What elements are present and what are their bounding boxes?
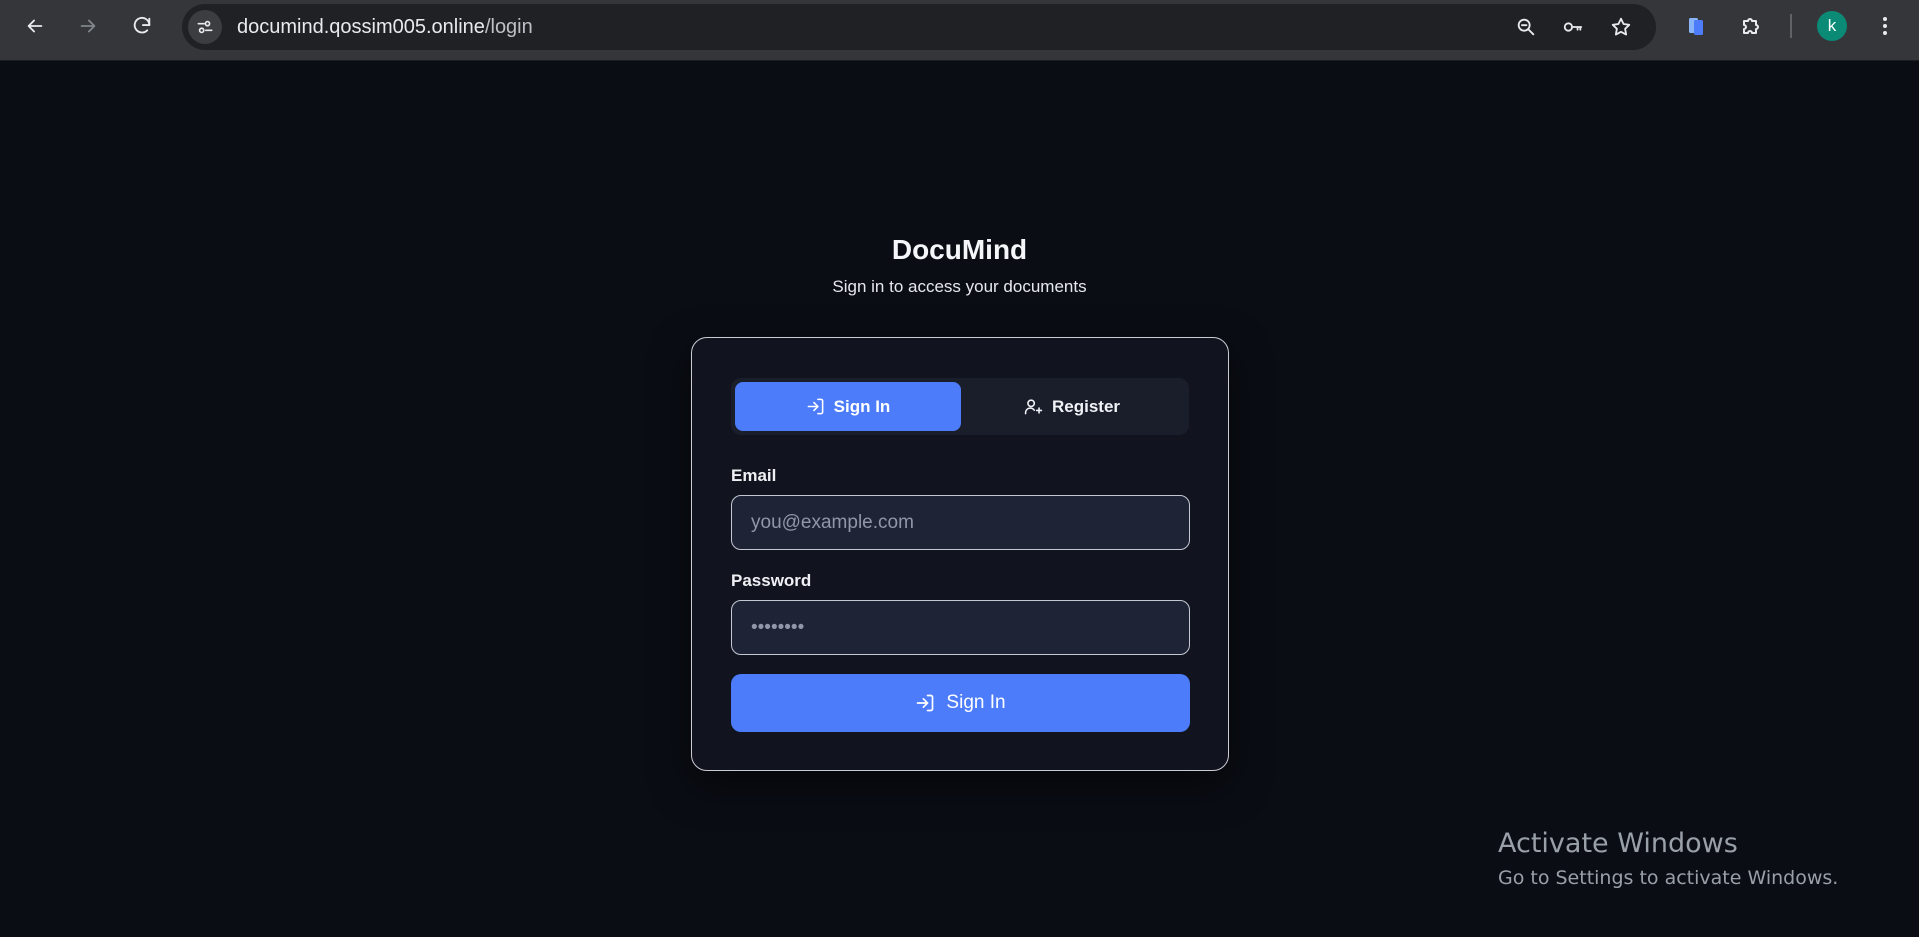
sign-in-button-label: Sign In — [946, 692, 1006, 713]
email-label: Email — [731, 466, 777, 485]
back-button[interactable] — [17, 8, 53, 44]
reload-icon — [133, 16, 151, 34]
docs-extension-icon — [1689, 18, 1703, 35]
forward-arrow-icon — [80, 19, 96, 33]
tab-sign-in-label: Sign In — [833, 396, 891, 416]
key-icon — [1563, 22, 1583, 32]
activate-windows-subtitle: Go to Settings to activate Windows. — [1498, 867, 1839, 889]
user-plus-icon — [1024, 399, 1043, 415]
url-text: documind.qossim005.online/login — [237, 16, 533, 38]
kebab-menu-icon — [1883, 17, 1887, 35]
url-path: /login — [484, 16, 533, 38]
password-field[interactable] — [731, 600, 1190, 655]
activate-windows-title: Activate Windows — [1498, 828, 1738, 859]
browser-menu-button[interactable] — [1869, 10, 1901, 42]
tab-register-label: Register — [1051, 396, 1121, 416]
password-manager-button[interactable] — [1558, 12, 1588, 42]
profile-avatar[interactable]: k — [1817, 11, 1847, 41]
star-icon — [1611, 17, 1631, 36]
zoom-button[interactable] — [1511, 12, 1541, 42]
toolbar-divider — [1790, 14, 1792, 38]
back-arrow-icon — [27, 19, 43, 33]
auth-tabs: Sign In Register — [731, 378, 1189, 435]
extensions-button[interactable] — [1735, 10, 1767, 42]
bookmark-button[interactable] — [1606, 12, 1636, 42]
app-subtitle: Sign in to access your documents — [832, 277, 1087, 296]
browser-toolbar: documind.qossim005.online/login k — [0, 0, 1919, 61]
tab-register[interactable]: Register — [959, 382, 1185, 431]
login-card: Sign In Register Email Password Sign In — [691, 337, 1229, 771]
site-settings-button[interactable] — [188, 10, 222, 44]
sign-in-icon — [917, 694, 934, 712]
forward-button[interactable] — [70, 8, 106, 44]
docs-extension-button[interactable] — [1680, 10, 1712, 42]
password-label: Password — [731, 571, 812, 590]
zoom-icon — [1517, 18, 1535, 36]
email-field[interactable] — [731, 495, 1190, 550]
extensions-puzzle-icon — [1743, 18, 1759, 34]
address-bar[interactable]: documind.qossim005.online/login — [182, 4, 1656, 50]
tab-sign-in[interactable]: Sign In — [735, 382, 961, 431]
app-title: DocuMind — [891, 234, 1028, 265]
reload-button[interactable] — [124, 8, 160, 44]
sign-in-icon — [807, 398, 824, 415]
site-settings-icon — [197, 20, 213, 34]
url-host: documind.qossim005.online — [237, 16, 485, 38]
sign-in-button[interactable]: Sign In — [731, 674, 1190, 732]
